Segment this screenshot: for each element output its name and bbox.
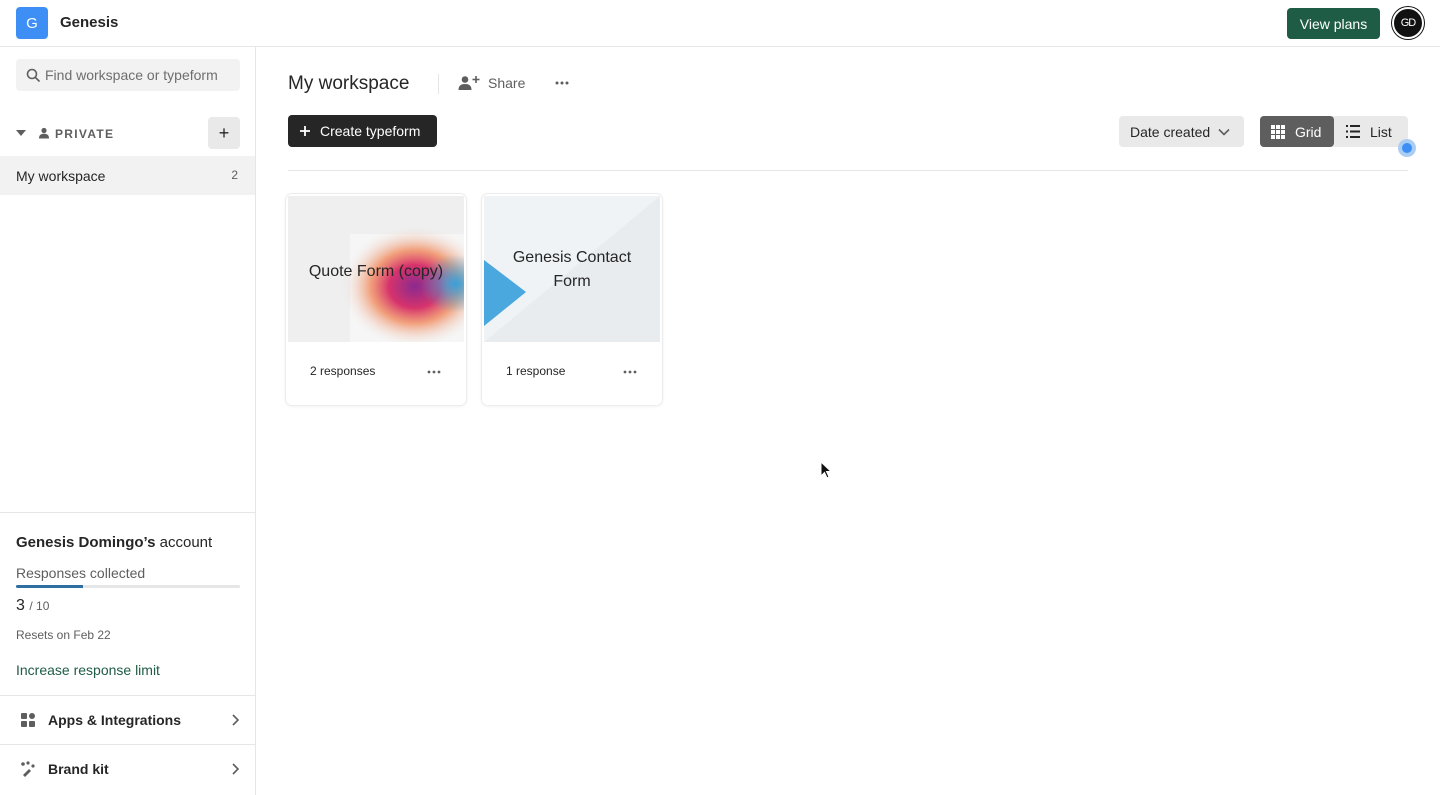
account-owner: Genesis Domingo’s: [16, 534, 156, 551]
main-content: My workspace Share Create typeform Date …: [256, 47, 1440, 795]
collapse-caret-icon[interactable]: [16, 130, 26, 136]
add-person-icon: [458, 76, 480, 90]
workspace-count: 2: [231, 168, 238, 182]
grid-view-button[interactable]: Grid: [1260, 116, 1334, 147]
form-thumbnail: Quote Form (copy): [288, 196, 464, 342]
org-name[interactable]: Genesis: [60, 14, 118, 31]
create-typeform-button[interactable]: Create typeform: [288, 115, 437, 147]
responses-collected-label: Responses collected: [16, 565, 146, 581]
form-title: Quote Form (copy): [308, 263, 444, 280]
responses-used: 3: [16, 597, 25, 614]
brand-kit-icon: [21, 761, 35, 777]
page-title: My workspace: [288, 73, 410, 94]
responses-progress-bar: [16, 585, 240, 588]
private-section-label: PRIVATE: [55, 127, 115, 141]
brand-kit-label: Brand kit: [48, 761, 109, 777]
org-logo[interactable]: G: [16, 7, 48, 39]
list-view-label: List: [1370, 123, 1392, 140]
apps-integrations-label: Apps & Integrations: [48, 712, 182, 728]
responses-max: / 10: [29, 599, 50, 613]
share-button[interactable]: Share: [458, 71, 525, 95]
form-card-footer: 2 responses: [286, 342, 466, 405]
account-suffix: account: [155, 534, 213, 551]
person-icon: [39, 127, 49, 139]
form-title: Genesis Contact Form: [484, 246, 660, 294]
account-panel: Genesis Domingo’s account Responses coll…: [0, 512, 255, 696]
add-workspace-button[interactable]: +: [208, 117, 240, 149]
form-card[interactable]: Quote Form (copy) 2 responses: [286, 194, 466, 405]
view-toggle: Grid List: [1260, 116, 1408, 147]
responses-progress-fill: [16, 585, 84, 588]
search-icon: [26, 68, 40, 82]
apps-icon: [21, 713, 35, 727]
form-responses: 2 responses: [310, 364, 376, 378]
chevron-right-icon: [232, 763, 239, 775]
search-input[interactable]: [45, 59, 235, 91]
private-section-header: PRIVATE +: [16, 117, 240, 149]
resets-date: Resets on Feb 22: [16, 628, 111, 642]
create-typeform-label: Create typeform: [320, 123, 421, 139]
more-options-icon[interactable]: [554, 75, 570, 91]
grid-view-label: Grid: [1295, 123, 1322, 140]
grid-icon: [1271, 124, 1285, 139]
sidebar-item-my-workspace[interactable]: My workspace 2: [0, 156, 255, 195]
increase-response-limit-link[interactable]: Increase response limit: [16, 662, 160, 678]
sort-dropdown[interactable]: Date created: [1119, 116, 1244, 147]
sort-label: Date created: [1130, 123, 1211, 140]
chevron-down-icon: [1218, 128, 1230, 136]
more-options-icon[interactable]: [426, 364, 442, 380]
top-bar: G Genesis View plans GD: [0, 0, 1440, 47]
form-card[interactable]: Genesis Contact Form 1 response: [482, 194, 662, 405]
view-plans-button[interactable]: View plans: [1287, 8, 1380, 39]
form-title-line2: Form: [553, 273, 591, 290]
responses-count: 3 / 10: [16, 597, 49, 615]
form-thumbnail: Genesis Contact Form: [484, 196, 660, 342]
apps-integrations-link[interactable]: Apps & Integrations: [0, 695, 255, 744]
plus-icon: [300, 126, 310, 136]
workspace-label: My workspace: [16, 168, 106, 184]
list-view-button[interactable]: List: [1334, 116, 1408, 147]
title-divider: [438, 74, 439, 94]
share-label: Share: [488, 75, 526, 91]
list-icon: [1346, 125, 1360, 138]
brand-kit-link[interactable]: Brand kit: [0, 744, 255, 793]
mouse-cursor-icon: [820, 461, 832, 479]
form-title-line1: Genesis Contact: [512, 249, 632, 266]
sidebar: PRIVATE + My workspace 2 Genesis Domingo…: [0, 47, 256, 795]
toolbar-divider: [288, 170, 1408, 171]
form-card-footer: 1 response: [482, 342, 662, 405]
chevron-right-icon: [232, 714, 239, 726]
search-box[interactable]: [16, 59, 240, 91]
form-responses: 1 response: [506, 364, 566, 378]
more-options-icon[interactable]: [622, 364, 638, 380]
avatar[interactable]: GD: [1392, 7, 1424, 39]
account-title: Genesis Domingo’s account: [16, 534, 212, 551]
notification-dot: [1398, 139, 1416, 157]
